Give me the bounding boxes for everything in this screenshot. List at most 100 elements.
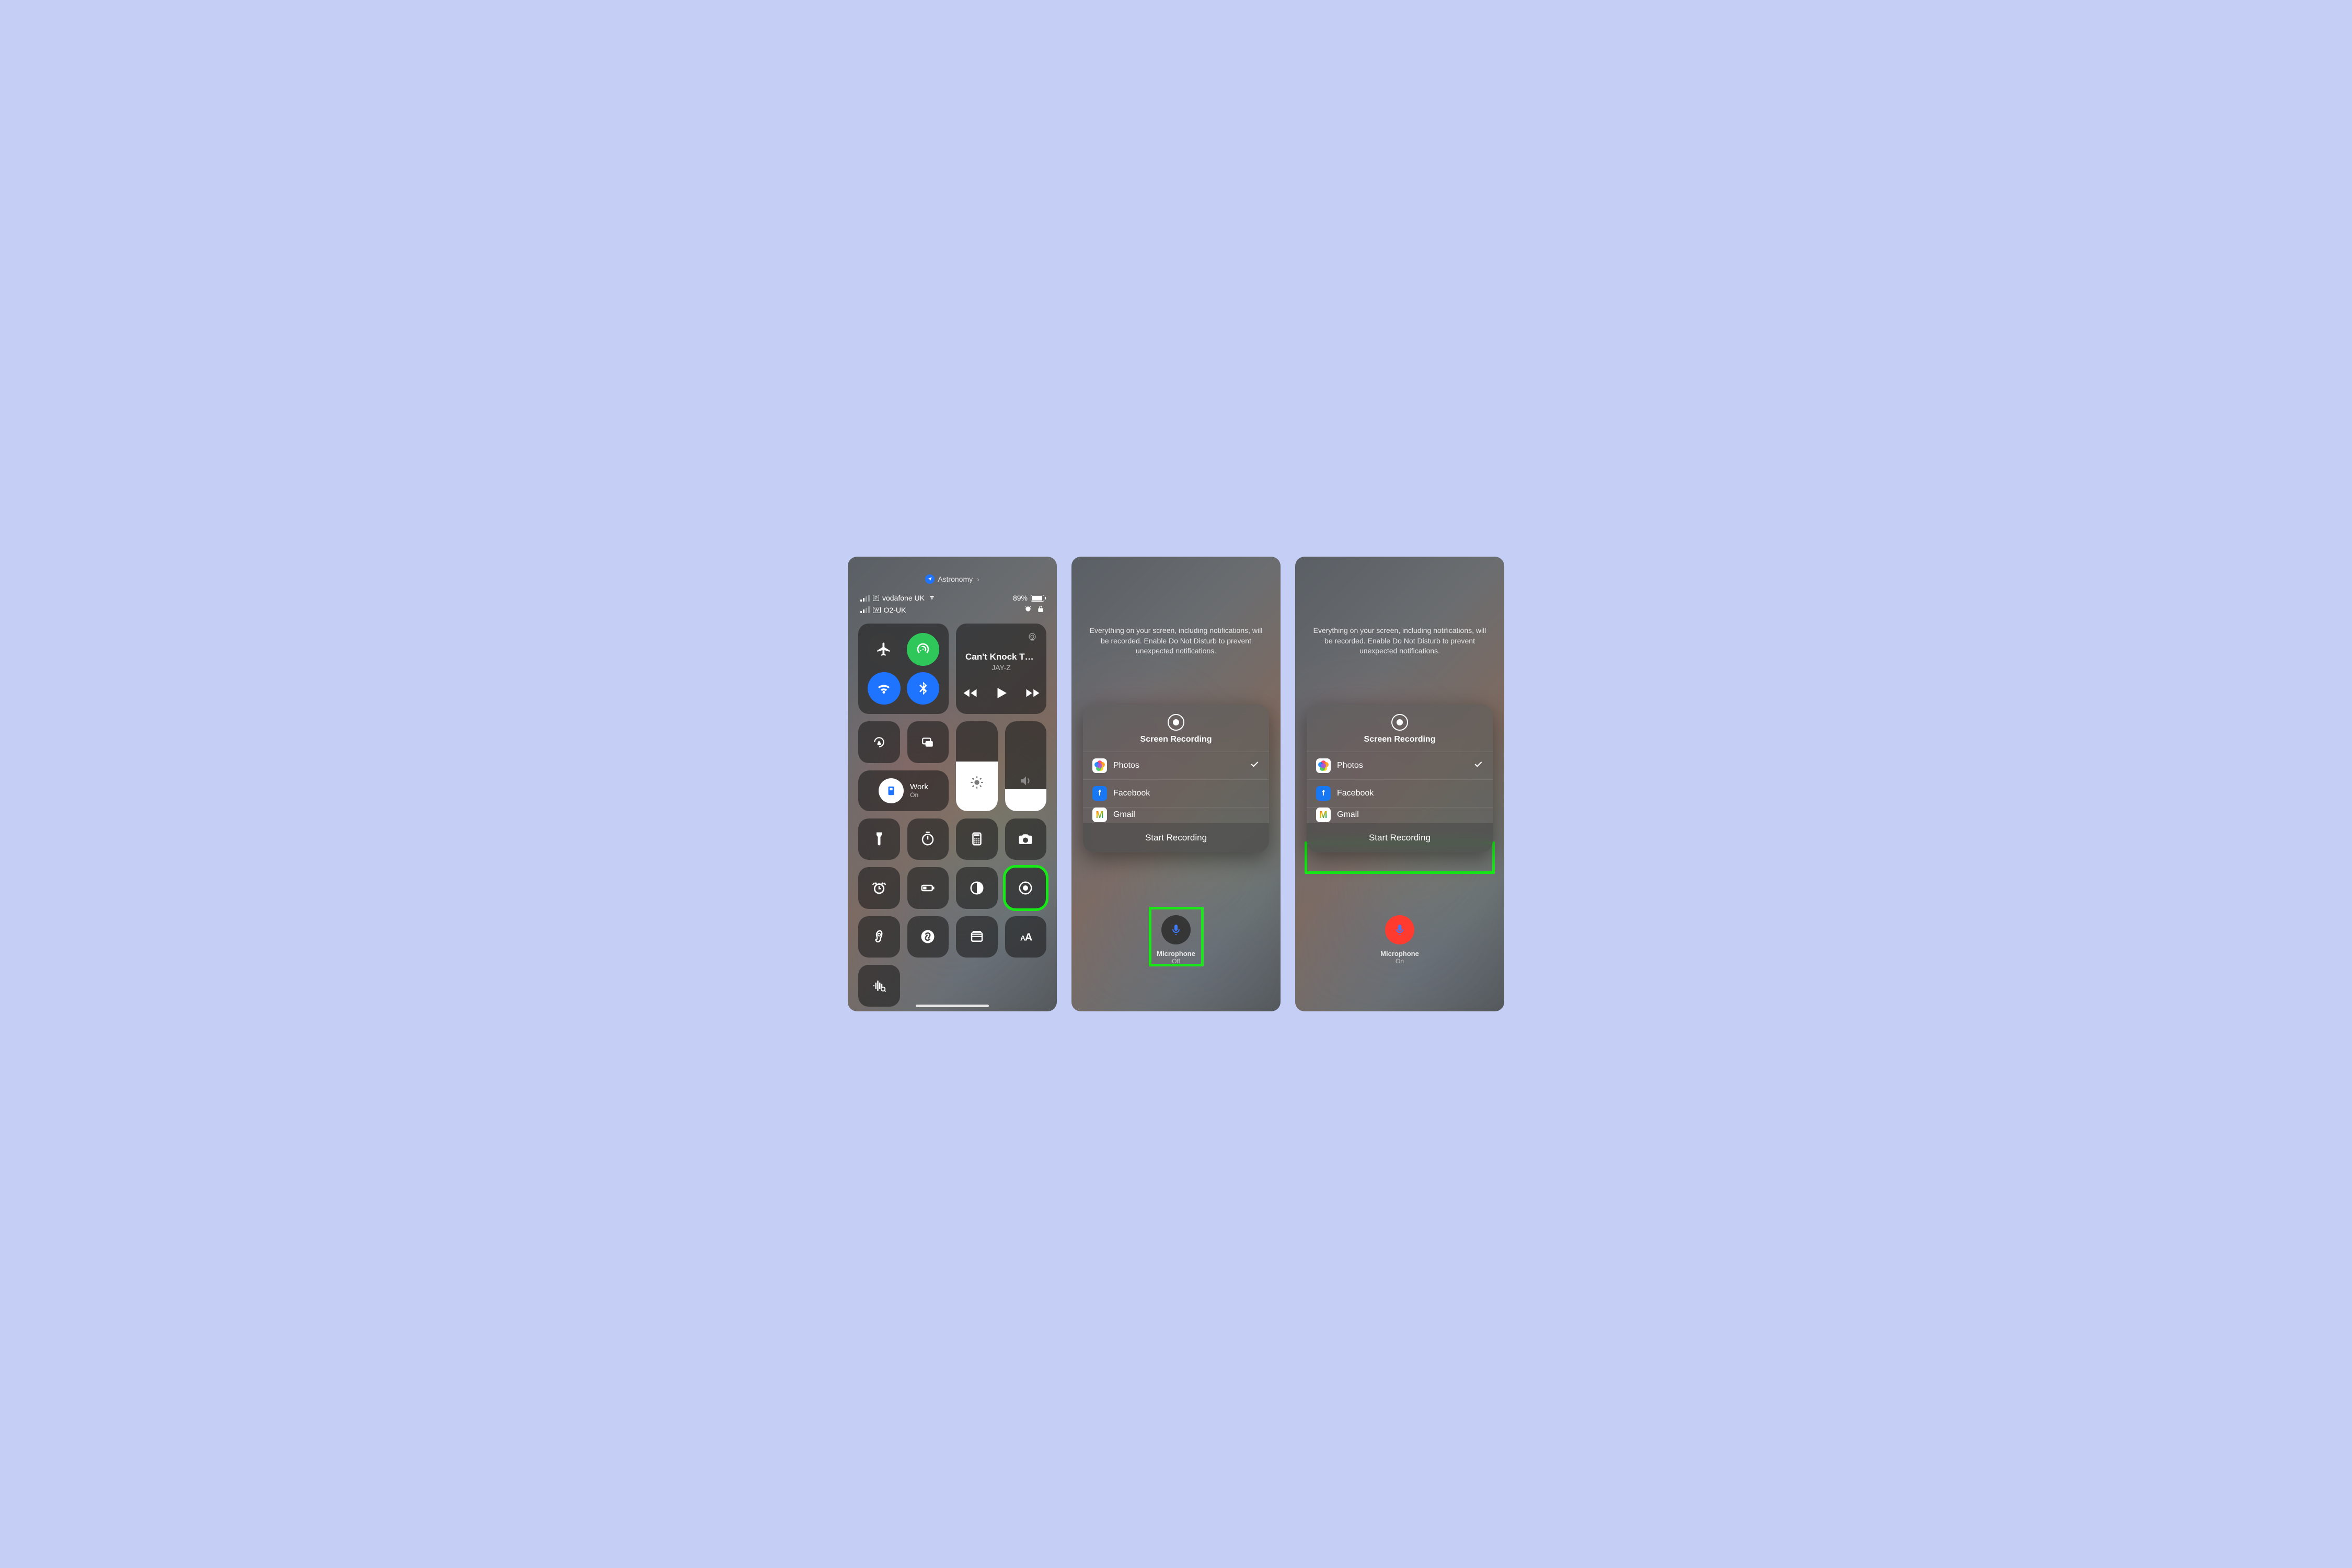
timer-button[interactable] xyxy=(907,818,949,860)
wifi-icon xyxy=(928,594,936,602)
recording-sheet-mic-on-screen: Everything on your screen, including not… xyxy=(1295,557,1504,1011)
recording-target-facebook[interactable]: f Facebook xyxy=(1307,780,1493,808)
checkmark-icon xyxy=(1249,759,1260,772)
focus-module[interactable]: Work On xyxy=(858,770,949,811)
dark-mode-button[interactable] xyxy=(956,867,998,909)
camera-icon xyxy=(1018,831,1033,847)
record-icon xyxy=(1168,714,1184,731)
microphone-icon xyxy=(1393,924,1406,936)
photos-app-icon xyxy=(1092,758,1107,773)
alarm-icon xyxy=(871,880,887,896)
recording-sheet-mic-off-screen: Everything on your screen, including not… xyxy=(1071,557,1281,1011)
play-button[interactable] xyxy=(994,685,1009,704)
sheet-title: Screen Recording xyxy=(1307,735,1493,744)
ear-icon xyxy=(871,929,887,944)
dark-mode-icon xyxy=(969,880,985,896)
sim1-badge: P xyxy=(873,595,879,601)
recording-info-text: Everything on your screen, including not… xyxy=(1071,557,1281,656)
text-size-icon: AA xyxy=(1018,929,1033,944)
sound-recognition-button[interactable] xyxy=(858,965,900,1007)
bluetooth-icon xyxy=(915,681,931,696)
track-artist: JAY-Z xyxy=(965,663,1037,672)
camera-button[interactable] xyxy=(1005,818,1047,860)
now-playing-module[interactable]: Can't Knock Th… JAY-Z xyxy=(956,624,1046,714)
screen-recording-sheet: Screen Recording Photos f Facebook M Gma… xyxy=(1083,705,1269,852)
next-track-button[interactable] xyxy=(1025,685,1041,704)
volume-icon xyxy=(1019,774,1032,790)
track-title: Can't Knock Th… xyxy=(965,652,1037,662)
app-label: Facebook xyxy=(1113,789,1150,798)
carrier1-label: vodafone UK xyxy=(882,594,925,602)
recording-target-gmail[interactable]: M Gmail xyxy=(1307,808,1493,823)
control-center-screen: Astronomy › P vodafone UK 89% W O2-UK xyxy=(848,557,1057,1011)
svg-text:A: A xyxy=(1025,932,1032,943)
recording-target-gmail[interactable]: M Gmail xyxy=(1083,808,1269,823)
airplane-mode-toggle[interactable] xyxy=(868,633,901,666)
connectivity-module xyxy=(858,624,949,714)
start-recording-button[interactable]: Start Recording xyxy=(1083,823,1269,852)
app-label: Gmail xyxy=(1113,810,1135,820)
record-icon xyxy=(1391,714,1408,731)
gmail-app-icon: M xyxy=(1316,808,1331,822)
signal-bars-icon xyxy=(860,595,870,602)
microphone-icon xyxy=(1170,924,1182,936)
microphone-toggle-button[interactable] xyxy=(1161,915,1191,944)
location-icon xyxy=(925,574,935,584)
facebook-app-icon: f xyxy=(1092,786,1107,801)
battery-icon xyxy=(1031,595,1044,602)
lock-icon xyxy=(1037,605,1044,614)
orientation-lock-button[interactable] xyxy=(858,721,900,763)
location-app-label: Astronomy xyxy=(938,575,973,583)
alarm-button[interactable] xyxy=(858,867,900,909)
wallet-button[interactable] xyxy=(956,916,998,958)
recording-info-text: Everything on your screen, including not… xyxy=(1295,557,1504,656)
airplay-icon[interactable] xyxy=(1028,632,1037,644)
recording-target-photos[interactable]: Photos xyxy=(1083,752,1269,780)
mic-state: On xyxy=(1380,958,1419,965)
battery-pct-label: 89% xyxy=(1013,594,1028,602)
start-recording-button[interactable]: Start Recording xyxy=(1307,823,1493,852)
shazam-icon xyxy=(920,929,936,944)
app-label: Facebook xyxy=(1337,789,1374,798)
hearing-button[interactable] xyxy=(858,916,900,958)
app-label: Photos xyxy=(1337,761,1363,770)
alarm-icon xyxy=(1024,605,1032,614)
shazam-button[interactable] xyxy=(907,916,949,958)
soundwave-search-icon xyxy=(871,978,887,994)
timer-icon xyxy=(920,831,936,847)
flashlight-button[interactable] xyxy=(858,818,900,860)
low-power-button[interactable] xyxy=(907,867,949,909)
photos-app-icon xyxy=(1316,758,1331,773)
mic-state: Off xyxy=(1157,958,1195,965)
status-bar: P vodafone UK 89% W O2-UK xyxy=(848,584,1057,614)
prev-track-button[interactable] xyxy=(962,685,978,704)
facebook-app-icon: f xyxy=(1316,786,1331,801)
wifi-toggle[interactable] xyxy=(868,672,901,705)
calculator-button[interactable] xyxy=(956,818,998,860)
recording-target-facebook[interactable]: f Facebook xyxy=(1083,780,1269,808)
volume-slider[interactable] xyxy=(1005,721,1047,811)
wifi-icon xyxy=(876,681,892,696)
screen-mirroring-button[interactable] xyxy=(907,721,949,763)
chevron-right-icon: › xyxy=(977,575,979,583)
brightness-slider[interactable] xyxy=(956,721,998,811)
carrier2-label: O2-UK xyxy=(884,606,906,614)
sheet-title: Screen Recording xyxy=(1083,735,1269,744)
text-size-button[interactable]: AA xyxy=(1005,916,1047,958)
recording-target-photos[interactable]: Photos xyxy=(1307,752,1493,780)
location-pill[interactable]: Astronomy › xyxy=(925,574,979,584)
gmail-app-icon: M xyxy=(1092,808,1107,822)
cellular-data-toggle[interactable] xyxy=(907,633,940,666)
home-indicator[interactable] xyxy=(916,1005,989,1007)
mic-label: Microphone xyxy=(1380,950,1419,958)
sim2-badge: W xyxy=(873,607,881,613)
airplane-icon xyxy=(876,641,892,657)
calculator-icon xyxy=(969,831,985,847)
bluetooth-toggle[interactable] xyxy=(907,672,940,705)
screen-recording-button[interactable] xyxy=(1005,867,1047,909)
focus-name: Work xyxy=(910,782,928,791)
app-label: Gmail xyxy=(1337,810,1359,820)
app-label: Photos xyxy=(1113,761,1139,770)
microphone-toggle-button[interactable] xyxy=(1385,915,1414,944)
rotation-lock-icon xyxy=(872,735,886,749)
